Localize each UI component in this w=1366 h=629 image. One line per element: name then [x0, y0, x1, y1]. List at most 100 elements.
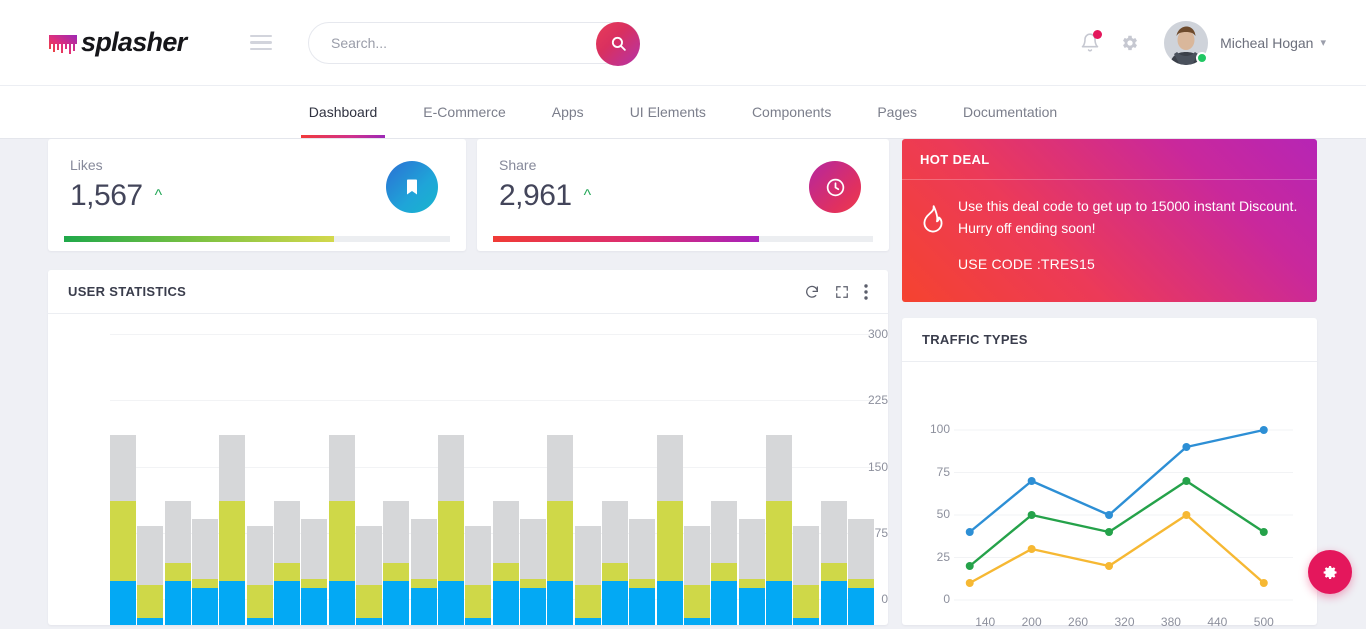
bar-column[interactable]: [301, 519, 328, 625]
bar-column[interactable]: [574, 526, 601, 625]
bar-column[interactable]: [738, 519, 765, 625]
bar-segment: [547, 580, 574, 625]
nav-item-components[interactable]: Components: [729, 86, 854, 137]
expand-icon[interactable]: [835, 285, 849, 299]
bar-segment: [547, 501, 574, 581]
bookmark-icon: [407, 179, 417, 195]
brand-logo[interactable]: splasher: [0, 27, 250, 58]
settings-button[interactable]: [1110, 23, 1150, 63]
hamburger-icon[interactable]: [250, 34, 272, 51]
hamburger-bar: [250, 34, 272, 38]
bar-column[interactable]: [847, 519, 874, 625]
bar-segment: [328, 435, 355, 502]
bar-segment: [328, 501, 355, 581]
bar-column[interactable]: [765, 435, 792, 625]
bookmark-icon-badge[interactable]: [386, 161, 438, 213]
nav-label: Dashboard: [308, 104, 378, 120]
bar-segment: [383, 580, 410, 625]
nav-item-ui-elements[interactable]: UI Elements: [607, 86, 729, 137]
bar-column[interactable]: [410, 519, 437, 625]
bar-column[interactable]: [629, 519, 656, 625]
notifications-button[interactable]: [1070, 23, 1110, 63]
bar-segment: [137, 526, 164, 586]
bar-column[interactable]: [246, 526, 273, 625]
bar-column[interactable]: [355, 526, 382, 625]
bar-column[interactable]: [683, 526, 710, 625]
bar-segment: [847, 519, 874, 580]
hot-deal-code[interactable]: USE CODE :TRES15: [958, 256, 1299, 272]
bar-column[interactable]: [465, 526, 492, 625]
bar-column[interactable]: [793, 526, 820, 625]
bar-column[interactable]: [164, 501, 191, 625]
nav-item-ecommerce[interactable]: E-Commerce: [400, 86, 528, 137]
user-name[interactable]: Micheal Hogan: [1220, 35, 1313, 51]
bar-segment: [574, 617, 601, 625]
flame-icon-glyph: [923, 205, 943, 233]
bar-segment: [410, 519, 437, 580]
bar-column[interactable]: [191, 519, 218, 625]
progress-fill: [64, 236, 335, 242]
data-point[interactable]: [1027, 511, 1036, 519]
bar-column[interactable]: [711, 501, 738, 625]
nav-item-documentation[interactable]: Documentation: [940, 86, 1080, 137]
line-chart-svg: [954, 426, 1293, 601]
data-point[interactable]: [1105, 562, 1114, 570]
bar-column[interactable]: [219, 435, 246, 625]
stat-value: 1,567: [70, 179, 143, 212]
bar-segment: [437, 580, 464, 625]
bar-column[interactable]: [273, 501, 300, 625]
search-button[interactable]: [596, 21, 640, 66]
search-input[interactable]: [309, 34, 639, 51]
user-statistics-bar-chart: 0 75 150 225 300: [48, 314, 888, 625]
data-point[interactable]: [1027, 545, 1036, 553]
data-point[interactable]: [1182, 443, 1191, 451]
data-point[interactable]: [1182, 477, 1191, 485]
nav-item-pages[interactable]: Pages: [854, 86, 940, 137]
bar-column[interactable]: [820, 501, 847, 625]
bar-column[interactable]: [492, 501, 519, 625]
bar-segment: [601, 501, 628, 564]
data-point[interactable]: [1259, 426, 1268, 434]
data-point[interactable]: [1027, 477, 1036, 485]
data-point[interactable]: [965, 579, 974, 587]
theme-settings-fab[interactable]: [1308, 550, 1352, 594]
bar-segment: [355, 526, 382, 586]
bar-column[interactable]: [601, 501, 628, 625]
data-point[interactable]: [1259, 528, 1268, 536]
bar-segment: [383, 501, 410, 564]
nav-label: Documentation: [963, 104, 1058, 120]
y-axis-tick: 100: [929, 422, 950, 436]
data-point[interactable]: [965, 528, 974, 536]
brand-name: splasher: [81, 27, 187, 57]
bar-chart-y-axis: [48, 314, 108, 625]
data-point[interactable]: [1105, 528, 1114, 536]
nav-item-apps[interactable]: Apps: [529, 86, 607, 137]
data-point[interactable]: [1182, 511, 1191, 519]
bar-column[interactable]: [656, 435, 683, 625]
stat-label: Share: [499, 157, 537, 173]
chevron-down-icon[interactable]: ▾: [1320, 36, 1326, 49]
refresh-icon[interactable]: [804, 284, 820, 300]
clock-icon-badge[interactable]: [809, 161, 861, 213]
bar-column[interactable]: [328, 435, 355, 625]
bar-segment: [820, 563, 847, 581]
bar-column[interactable]: [110, 435, 136, 625]
avatar[interactable]: [1164, 20, 1209, 65]
more-vertical-icon[interactable]: [864, 283, 868, 300]
bar-segment: [738, 579, 765, 588]
bar-segment: [465, 526, 492, 586]
bar-column[interactable]: [437, 435, 464, 625]
x-axis-tick: 200: [1021, 615, 1042, 629]
bar-column[interactable]: [137, 526, 164, 625]
data-point[interactable]: [965, 562, 974, 570]
data-point[interactable]: [1105, 511, 1114, 519]
bar-segment: [765, 580, 792, 625]
bar-segment: [738, 519, 765, 580]
bar-segment: [683, 526, 710, 586]
data-point[interactable]: [1259, 579, 1268, 587]
bar-column[interactable]: [383, 501, 410, 625]
bar-column[interactable]: [519, 519, 546, 625]
nav-item-dashboard[interactable]: Dashboard: [286, 86, 401, 138]
panel-tools: [804, 283, 868, 300]
bar-column[interactable]: [547, 435, 574, 625]
